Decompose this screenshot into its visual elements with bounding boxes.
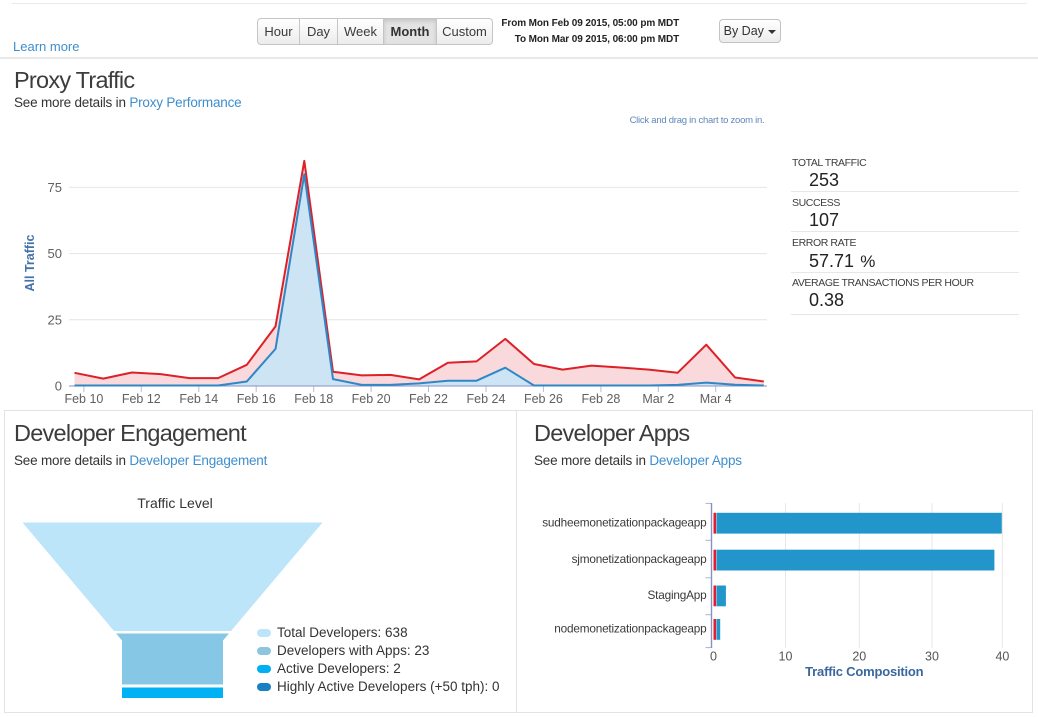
svg-text:40: 40 [995, 650, 1009, 664]
svg-text:sudheemonetizationpackageapp: sudheemonetizationpackageapp [542, 515, 707, 529]
svg-text:Feb 20: Feb 20 [352, 392, 391, 406]
svg-text:StagingApp: StagingApp [647, 588, 707, 602]
svg-text:Feb 18: Feb 18 [294, 392, 333, 406]
svg-text:75: 75 [48, 180, 62, 195]
svg-text:sjmonetizationpackageapp: sjmonetizationpackageapp [572, 552, 708, 566]
svg-text:50: 50 [48, 246, 62, 261]
svg-text:Feb 22: Feb 22 [409, 392, 448, 406]
svg-text:Mar 2: Mar 2 [642, 392, 674, 406]
svg-text:Feb 16: Feb 16 [237, 392, 276, 406]
svg-text:25: 25 [48, 312, 62, 327]
svg-text:0: 0 [710, 650, 717, 664]
svg-text:All Traffic: All Traffic [23, 234, 37, 291]
svg-text:Traffic Composition: Traffic Composition [805, 664, 924, 679]
svg-text:Feb 14: Feb 14 [179, 392, 218, 406]
svg-text:10: 10 [779, 650, 793, 664]
svg-text:Feb 12: Feb 12 [122, 392, 161, 406]
svg-text:Feb 26: Feb 26 [524, 392, 563, 406]
svg-text:0: 0 [55, 379, 62, 394]
svg-text:30: 30 [925, 650, 939, 664]
svg-text:Feb 28: Feb 28 [581, 392, 620, 406]
svg-text:Mar 4: Mar 4 [700, 392, 732, 406]
svg-text:Feb 10: Feb 10 [64, 392, 103, 406]
svg-text:20: 20 [852, 650, 866, 664]
svg-text:Feb 24: Feb 24 [467, 392, 506, 406]
svg-text:nodemonetizationpackageapp: nodemonetizationpackageapp [554, 622, 707, 636]
